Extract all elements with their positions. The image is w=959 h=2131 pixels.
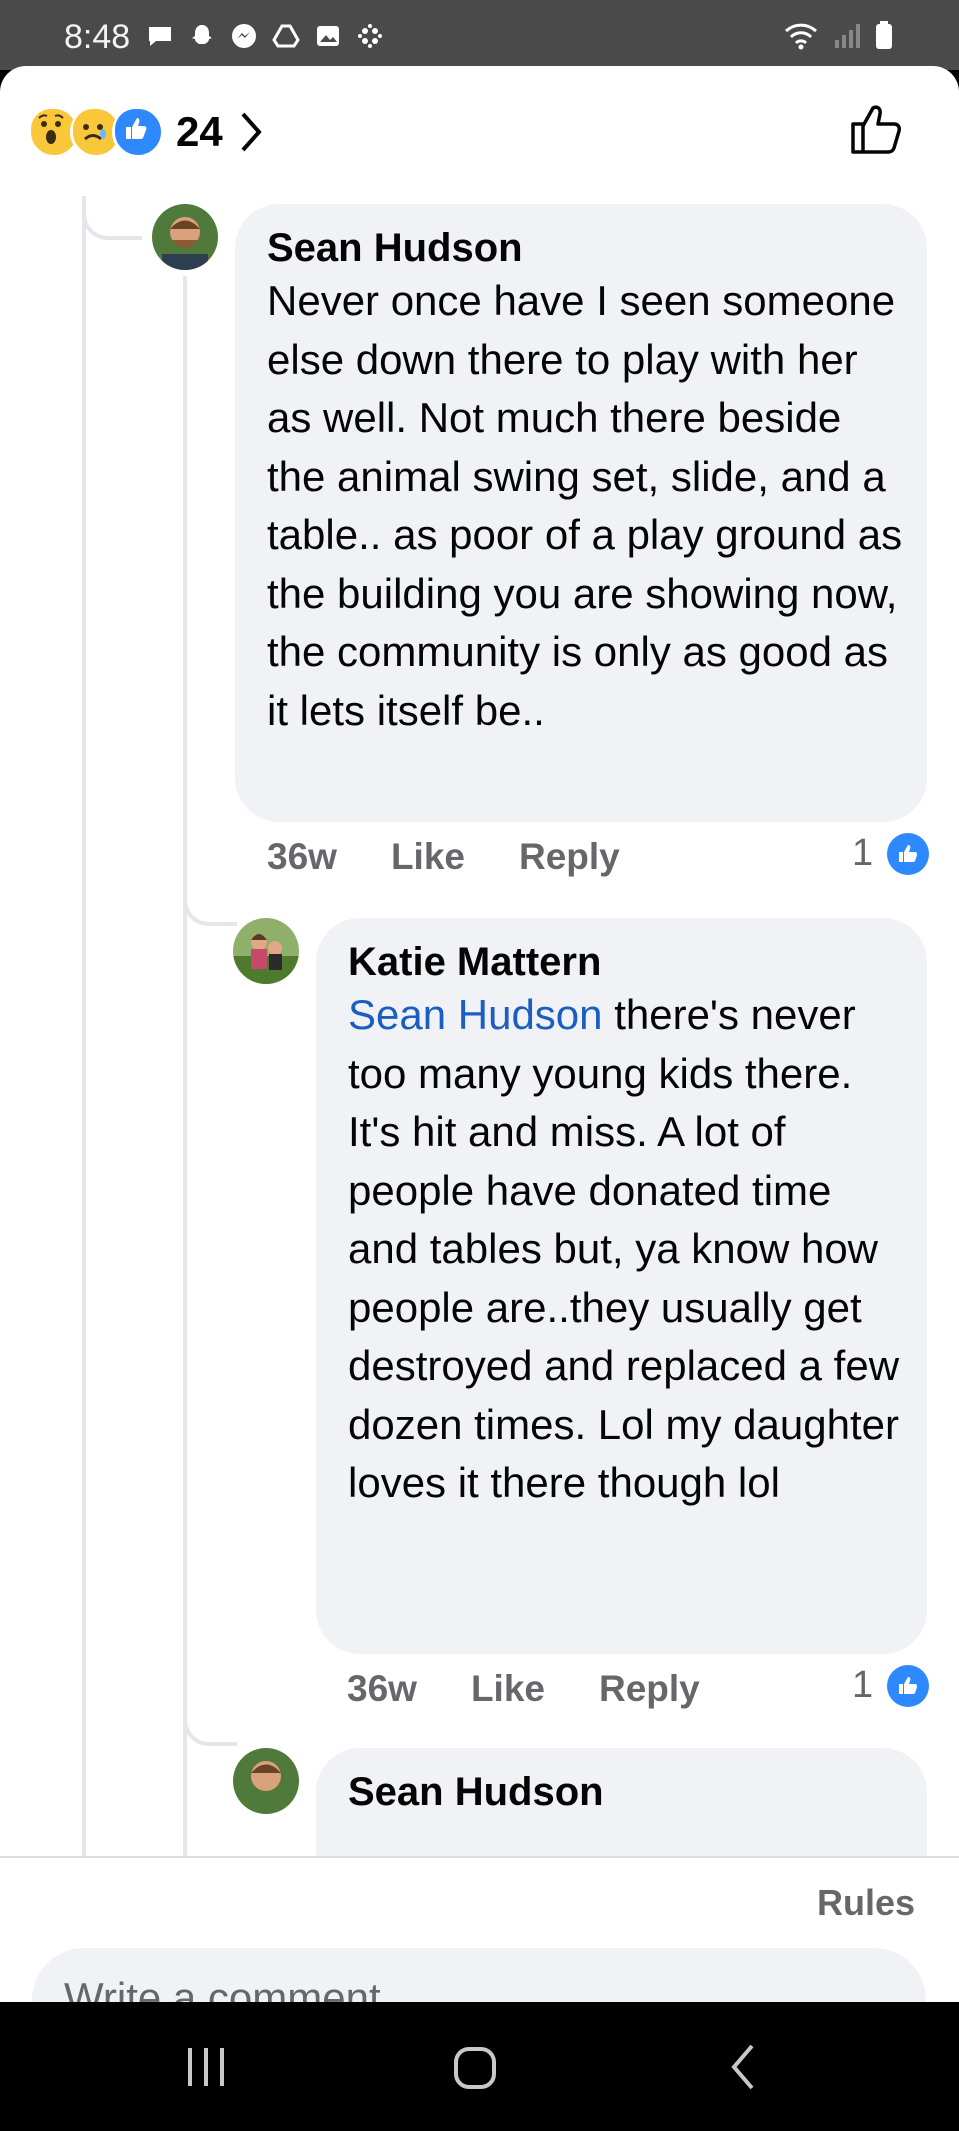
reactions-header: 24 <box>0 66 959 196</box>
like-button[interactable]: Like <box>471 1668 545 1710</box>
reply-connector <box>183 876 237 926</box>
reply-button[interactable]: Reply <box>599 1668 700 1710</box>
reply-body: there's never too many young kids there.… <box>348 991 900 1506</box>
notification-icons <box>146 22 384 50</box>
reply-bubble[interactable]: Sean Hudson <box>316 1748 927 1856</box>
mention-link[interactable]: Sean Hudson <box>348 991 603 1038</box>
gallery-icon <box>317 26 339 46</box>
thumbs-up-outline-icon[interactable] <box>849 100 905 156</box>
like-badge-icon <box>887 832 930 875</box>
comment-author[interactable]: Sean Hudson <box>267 226 523 271</box>
signal-icon <box>835 24 860 48</box>
comment-input[interactable]: Write a comment… <box>32 1948 926 2002</box>
comment-thread[interactable]: Sean Hudson Never once have I seen someo… <box>0 196 959 1856</box>
status-time: 8:48 <box>64 18 131 56</box>
avatar[interactable] <box>152 204 218 270</box>
comment-text: Never once have I seen someone else down… <box>267 277 903 734</box>
messenger-icon <box>232 24 256 48</box>
chat-icon <box>149 27 171 46</box>
like-count: 1 <box>852 832 874 874</box>
like-count: 1 <box>852 1664 874 1706</box>
comment-actions: 36w Like Reply <box>267 836 620 878</box>
reply-button[interactable]: Reply <box>519 836 620 878</box>
comments-sheet: 24 Sean Hudson Never once have I seen so… <box>0 66 959 2002</box>
comment-placeholder: Write a comment… <box>64 1974 423 2002</box>
chevron-right-icon <box>241 112 262 152</box>
comment-bubble[interactable]: Sean Hudson Never once have I seen someo… <box>235 204 927 822</box>
reply-bubble[interactable]: Katie Mattern Sean Hudson there's never … <box>316 918 927 1654</box>
thread-connector <box>82 196 142 240</box>
reaction-count: 24 <box>176 108 223 155</box>
comment-time: 36w <box>267 836 337 877</box>
reply-like-count[interactable]: 1 <box>852 1664 930 1707</box>
status-bar: 8:48 <box>0 0 959 70</box>
home-icon[interactable] <box>452 2042 498 2092</box>
comment-footer: Rules Write a comment… <box>0 1856 959 2002</box>
reply-author[interactable]: Katie Mattern <box>348 940 601 985</box>
thread-line <box>82 196 86 1856</box>
reaction-summary[interactable]: 24 <box>28 106 265 158</box>
recent-apps-icon[interactable] <box>184 2042 230 2092</box>
reply-text: Sean Hudson there's never too many young… <box>348 986 913 1513</box>
slack-icon <box>358 24 382 48</box>
like-button[interactable]: Like <box>391 836 465 878</box>
reply-thread-line <box>183 276 187 1856</box>
system-nav-bar <box>0 2002 959 2131</box>
rules-link[interactable]: Rules <box>817 1882 915 1924</box>
drive-icon <box>272 24 300 48</box>
like-badge-icon <box>887 1664 930 1707</box>
reply-time: 36w <box>347 1668 417 1709</box>
like-reaction-icon <box>112 106 164 158</box>
wifi-icon <box>784 23 818 50</box>
battery-icon <box>876 21 892 49</box>
reply-author[interactable]: Sean Hudson <box>348 1770 604 1815</box>
reply-connector <box>183 1696 237 1746</box>
avatar[interactable] <box>233 918 299 984</box>
snapchat-icon <box>192 25 212 44</box>
comment-like-count[interactable]: 1 <box>852 832 930 875</box>
back-icon[interactable] <box>728 2042 758 2092</box>
reply-actions: 36w Like Reply <box>347 1668 700 1710</box>
system-icons <box>783 20 893 50</box>
avatar[interactable] <box>233 1748 299 1814</box>
